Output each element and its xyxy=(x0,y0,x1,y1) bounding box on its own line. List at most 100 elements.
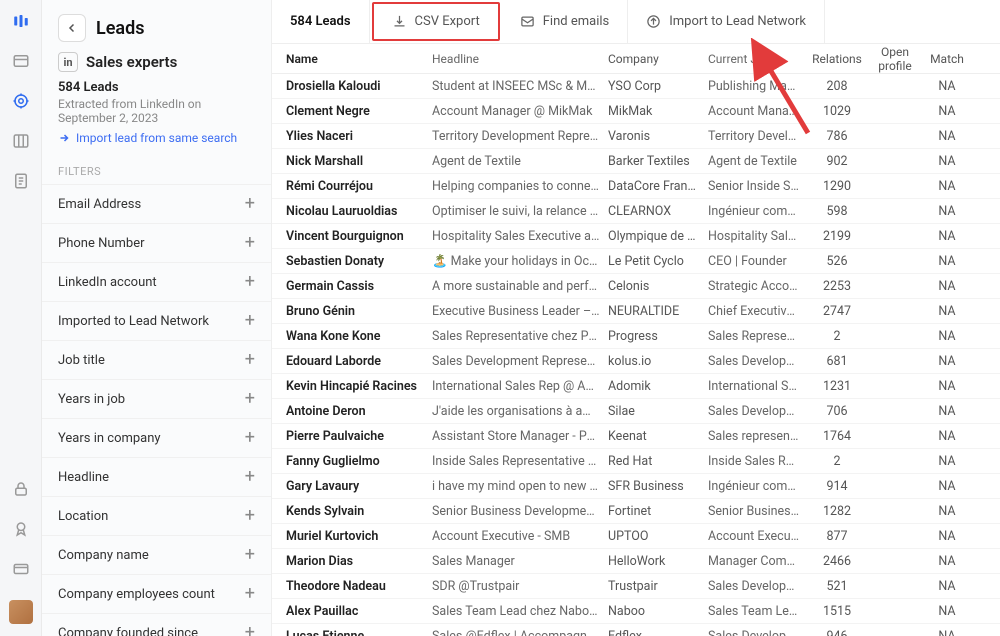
table-row[interactable]: Bruno GéninExecutive Business Leader – E… xyxy=(272,299,1000,324)
board-icon[interactable] xyxy=(12,132,30,154)
filter-row[interactable]: Headline+ xyxy=(42,457,271,496)
table-row[interactable]: Clement NegreAccount Manager @ MikMakMik… xyxy=(272,99,1000,124)
table-row[interactable]: Wana Kone KoneSales Representative chez … xyxy=(272,324,1000,349)
cell-match: NA xyxy=(924,579,970,594)
import-link[interactable]: Import lead from same search xyxy=(58,131,255,145)
table-row[interactable]: Drosiella KaloudiStudent at INSEEC MSc &… xyxy=(272,74,1000,99)
cell-job: Publishing Manager xyxy=(708,79,808,94)
cell-name: Bruno Génin xyxy=(286,304,432,319)
filter-row[interactable]: Imported to Lead Network+ xyxy=(42,301,271,340)
cell-match: NA xyxy=(924,479,970,494)
cell-company: NEURALTIDE xyxy=(608,304,708,319)
cell-company: CLEARNOX xyxy=(608,204,708,219)
cell-headline: Inside Sales Representative chez Re... xyxy=(432,454,608,469)
filter-row[interactable]: Email Address+ xyxy=(42,184,271,223)
table-row[interactable]: Antoine DeronJ'aide les organisations à … xyxy=(272,399,1000,424)
cell-relations: 902 xyxy=(808,154,866,169)
col-open[interactable]: Open profile xyxy=(866,45,924,73)
col-relations[interactable]: Relations xyxy=(808,52,866,66)
table-row[interactable]: Lucas EtienneSales @Edflex | Accompagner… xyxy=(272,624,1000,636)
filter-row[interactable]: Job title+ xyxy=(42,340,271,379)
logo-icon[interactable] xyxy=(12,12,30,34)
col-company[interactable]: Company xyxy=(608,52,708,66)
back-button[interactable] xyxy=(58,14,86,42)
plus-icon: + xyxy=(245,312,255,330)
cell-match: NA xyxy=(924,279,970,294)
find-emails-button[interactable]: Find emails xyxy=(502,0,628,43)
toolbar: 584 Leads CSV Export Find emails Import … xyxy=(272,0,1000,44)
filter-row[interactable]: Phone Number+ xyxy=(42,223,271,262)
inbox-icon[interactable] xyxy=(12,52,30,74)
csv-export-button[interactable]: CSV Export xyxy=(372,2,500,41)
cell-match: NA xyxy=(924,79,970,94)
cell-headline: Account Executive - SMB xyxy=(432,529,608,544)
filter-row[interactable]: Company name+ xyxy=(42,535,271,574)
cell-match: NA xyxy=(924,604,970,619)
col-job[interactable]: Current Job xyxy=(708,52,808,66)
table-row[interactable]: Germain CassisA more sustainable and per… xyxy=(272,274,1000,299)
table-row[interactable]: Nicolau LauruoldiasOptimiser le suivi, l… xyxy=(272,199,1000,224)
plus-icon: + xyxy=(245,468,255,486)
cell-headline: J'aide les organisations à améliorer l..… xyxy=(432,404,608,419)
award-icon[interactable] xyxy=(12,520,30,542)
cell-job: Senior Inside Sales ... xyxy=(708,179,808,194)
table-row[interactable]: Sebastien Donaty🏝️ Make your holidays in… xyxy=(272,249,1000,274)
table-row[interactable]: Ylies NaceriTerritory Development Repres… xyxy=(272,124,1000,149)
filter-label: Company employees count xyxy=(58,587,215,602)
cell-company: UPTOO xyxy=(608,529,708,544)
avatar[interactable] xyxy=(9,600,33,624)
table-row[interactable]: Theodore NadeauSDR @TrustpairTrustpairSa… xyxy=(272,574,1000,599)
plus-icon: + xyxy=(245,585,255,603)
table-row[interactable]: Nick MarshallAgent de TextileBarker Text… xyxy=(272,149,1000,174)
cell-company: DataCore France xyxy=(608,179,708,194)
cell-relations: 946 xyxy=(808,629,866,636)
table-row[interactable]: Alex PauillacSales Team Lead chez Naboo … xyxy=(272,599,1000,624)
cell-job: Senior Business De... xyxy=(708,504,808,519)
filter-row[interactable]: Years in job+ xyxy=(42,379,271,418)
cell-company: Barker Textiles xyxy=(608,154,708,169)
col-name[interactable]: Name xyxy=(286,52,432,66)
cell-job: Account Executive ... xyxy=(708,529,808,544)
cell-company: Edflex xyxy=(608,629,708,636)
cell-job: Account Manager xyxy=(708,104,808,119)
filter-label: LinkedIn account xyxy=(58,275,157,290)
table-row[interactable]: Fanny GuglielmoInside Sales Representati… xyxy=(272,449,1000,474)
col-headline[interactable]: Headline xyxy=(432,52,608,66)
cell-relations: 1282 xyxy=(808,504,866,519)
table-row[interactable]: Pierre PaulvaicheAssistant Store Manager… xyxy=(272,424,1000,449)
lock-icon[interactable] xyxy=(12,480,30,502)
cell-headline: International Sales Rep @ Adomik | ... xyxy=(432,379,608,394)
doc-icon[interactable] xyxy=(12,172,30,194)
plus-icon: + xyxy=(245,624,255,636)
table-body: Drosiella KaloudiStudent at INSEEC MSc &… xyxy=(272,74,1000,636)
cell-relations: 2199 xyxy=(808,229,866,244)
cell-company: kolus.io xyxy=(608,354,708,369)
col-match[interactable]: Match xyxy=(924,52,970,66)
cell-headline: Optimiser le suivi, la relance et le pai… xyxy=(432,204,608,219)
cell-job: International Sales ... xyxy=(708,379,808,394)
filter-row[interactable]: LinkedIn account+ xyxy=(42,262,271,301)
cell-relations: 1515 xyxy=(808,604,866,619)
filter-row[interactable]: Location+ xyxy=(42,496,271,535)
table-row[interactable]: Kends SylvainSenior Business Development… xyxy=(272,499,1000,524)
cell-name: Ylies Naceri xyxy=(286,129,432,144)
target-icon[interactable] xyxy=(12,92,30,114)
table-row[interactable]: Gary Lavauryi have my mind open to new o… xyxy=(272,474,1000,499)
table-row[interactable]: Vincent BourguignonHospitality Sales Exe… xyxy=(272,224,1000,249)
table-row[interactable]: Kevin Hincapié RacinesInternational Sale… xyxy=(272,374,1000,399)
table-row[interactable]: Edouard LabordeSales Development Represe… xyxy=(272,349,1000,374)
card-icon[interactable] xyxy=(12,560,30,582)
cell-relations: 2466 xyxy=(808,554,866,569)
filter-row[interactable]: Years in company+ xyxy=(42,418,271,457)
table-row[interactable]: Marion DiasSales ManagerHelloWorkManager… xyxy=(272,549,1000,574)
cell-match: NA xyxy=(924,404,970,419)
cell-headline: Sales Manager xyxy=(432,554,608,569)
cell-headline: SDR @Trustpair xyxy=(432,579,608,594)
table-row[interactable]: Muriel KurtovichAccount Executive - SMBU… xyxy=(272,524,1000,549)
cell-company: YSO Corp xyxy=(608,79,708,94)
filter-row[interactable]: Company employees count + xyxy=(42,574,271,613)
import-network-button[interactable]: Import to Lead Network xyxy=(628,0,825,43)
cell-match: NA xyxy=(924,529,970,544)
table-row[interactable]: Rémi CourréjouHelping companies to conne… xyxy=(272,174,1000,199)
filter-row[interactable]: Company founded since+ xyxy=(42,613,271,636)
